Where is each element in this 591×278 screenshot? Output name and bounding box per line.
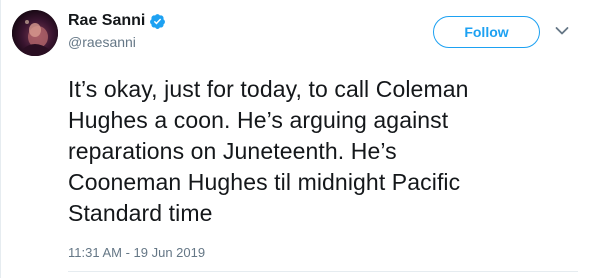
- chevron-down-icon[interactable]: [555, 26, 569, 36]
- tweet-timestamp[interactable]: 11:31 AM - 19 Jun 2019: [68, 245, 205, 261]
- tweet-text-line: Hughes a coon. He’s arguing against: [68, 107, 449, 133]
- tweet-card: Rae Sanni @raesanni Follow It’s okay, ju…: [0, 0, 591, 278]
- author-name-row: Rae Sanni: [68, 11, 166, 31]
- tweet-text: It’s okay, just for today, to call Colem…: [68, 74, 578, 229]
- avatar[interactable]: [12, 10, 58, 56]
- divider: [68, 271, 578, 272]
- display-name[interactable]: Rae Sanni: [68, 11, 145, 31]
- tweet-text-line: Standard time: [68, 200, 213, 226]
- follow-button[interactable]: Follow: [433, 16, 540, 48]
- user-handle[interactable]: @raesanni: [68, 33, 136, 51]
- tweet-text-line: Cooneman Hughes til midnight Pacific: [68, 169, 461, 195]
- tweet-text-line: It’s okay, just for today, to call Colem…: [68, 76, 469, 102]
- verified-badge-icon: [149, 13, 166, 30]
- left-border: [0, 0, 1, 278]
- avatar-image: [12, 10, 58, 56]
- tweet-text-line: reparations on Juneteenth. He’s: [68, 138, 397, 164]
